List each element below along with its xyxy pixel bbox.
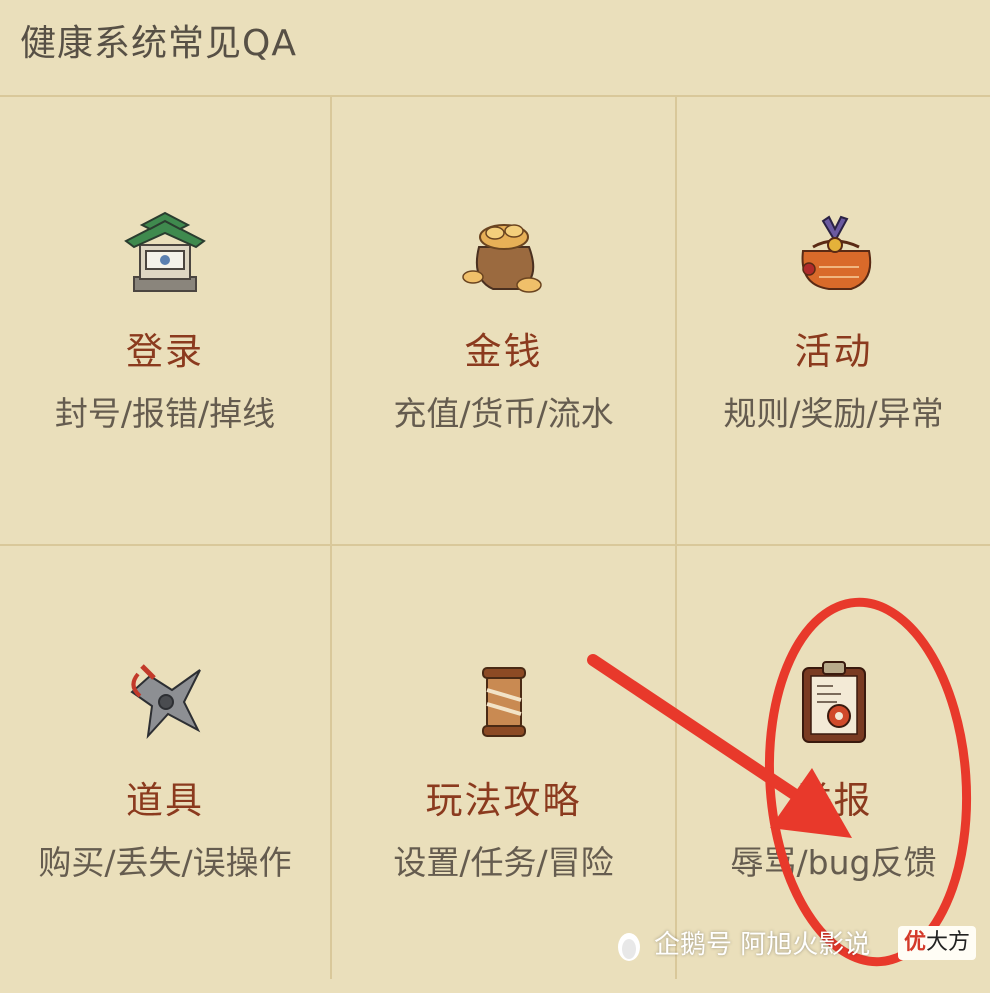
- watermark: 企鹅号 阿旭火影说: [612, 924, 870, 964]
- page-title: 健康系统常见QA: [20, 23, 297, 64]
- pagoda-gate-icon: [120, 207, 210, 297]
- coin-bag-icon: [459, 207, 549, 297]
- category-login[interactable]: 登录 封号/报错/掉线: [0, 97, 330, 544]
- category-money[interactable]: 金钱 充值/货币/流水: [332, 97, 675, 544]
- qa-category-grid: 登录 封号/报错/掉线 金钱 充值/货币/流水 活动 规则/奖励/异常 道具 购…: [0, 97, 990, 979]
- category-events[interactable]: 活动 规则/奖励/异常: [677, 97, 990, 544]
- watermark-badge: 优大方: [898, 926, 976, 960]
- category-subtitle: 购买/丢失/误操作: [38, 843, 292, 882]
- category-title: 举报: [794, 779, 873, 822]
- category-subtitle: 辱骂/bug反馈: [730, 843, 937, 882]
- category-subtitle: 规则/奖励/异常: [723, 394, 944, 433]
- penguin-icon: [618, 932, 640, 961]
- header: 健康系统常见QA: [0, 0, 990, 97]
- clipboard-report-icon: [789, 656, 879, 746]
- category-subtitle: 封号/报错/掉线: [54, 394, 276, 433]
- badge-text: 大方: [926, 930, 971, 955]
- watermark-text: 企鹅号 阿旭火影说: [654, 930, 871, 960]
- category-title: 玩法攻略: [425, 779, 582, 822]
- category-subtitle: 设置/任务/冒险: [393, 843, 614, 882]
- shuriken-icon: [120, 656, 210, 746]
- badge-mark: 优: [903, 930, 926, 955]
- category-subtitle: 充值/货币/流水: [393, 394, 614, 433]
- category-title: 道具: [126, 779, 204, 822]
- category-items[interactable]: 道具 购买/丢失/误操作: [0, 546, 330, 993]
- scroll-icon: [459, 656, 549, 746]
- category-title: 活动: [794, 330, 873, 373]
- category-title: 金钱: [464, 330, 543, 373]
- gift-pouch-icon: [789, 207, 879, 297]
- category-title: 登录: [126, 330, 204, 373]
